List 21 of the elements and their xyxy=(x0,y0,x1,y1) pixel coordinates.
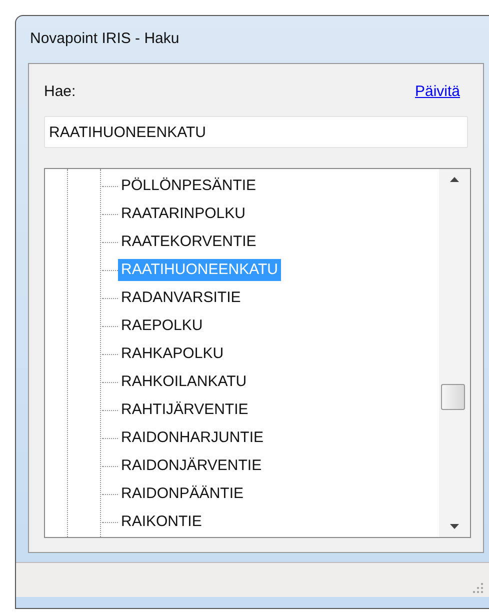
tree-item[interactable]: RAIDONHARJUNTIE xyxy=(118,427,267,449)
tree-item[interactable]: RADANVARSITIE xyxy=(118,287,244,309)
search-label: Hae: xyxy=(44,82,76,102)
scroll-thumb[interactable] xyxy=(441,384,465,410)
refresh-link[interactable]: Päivitä xyxy=(414,80,460,104)
tree-item[interactable]: RAIDONPÄÄNTIE xyxy=(118,483,247,505)
resize-grip-icon[interactable] xyxy=(472,582,484,594)
tree-item[interactable]: RAIDONJÄRVENTIE xyxy=(118,455,265,477)
tree-item[interactable]: RAEPOLKU xyxy=(118,315,206,337)
scrollbar[interactable] xyxy=(439,169,470,537)
search-field[interactable]: RAATIHUONEENKATU xyxy=(44,116,468,148)
scroll-up-icon[interactable] xyxy=(450,177,459,182)
tree-item[interactable]: RAIKONTIE xyxy=(118,511,205,533)
tree-item[interactable]: RAATARINPOLKU xyxy=(118,203,248,225)
tree-item[interactable]: PÖLLÖNPESÄNTIE xyxy=(118,175,260,197)
tree-item[interactable]: RAHKOILANKATU xyxy=(118,371,250,393)
tree-item[interactable]: RAHTIJÄRVENTIE xyxy=(118,399,252,421)
window-title: Novapoint IRIS - Haku xyxy=(30,29,180,50)
scroll-down-icon[interactable] xyxy=(450,524,459,529)
tree-item[interactable]: RAHKAPOLKU xyxy=(118,343,227,365)
tree-item[interactable]: RAATEKORVENTIE xyxy=(118,231,260,253)
